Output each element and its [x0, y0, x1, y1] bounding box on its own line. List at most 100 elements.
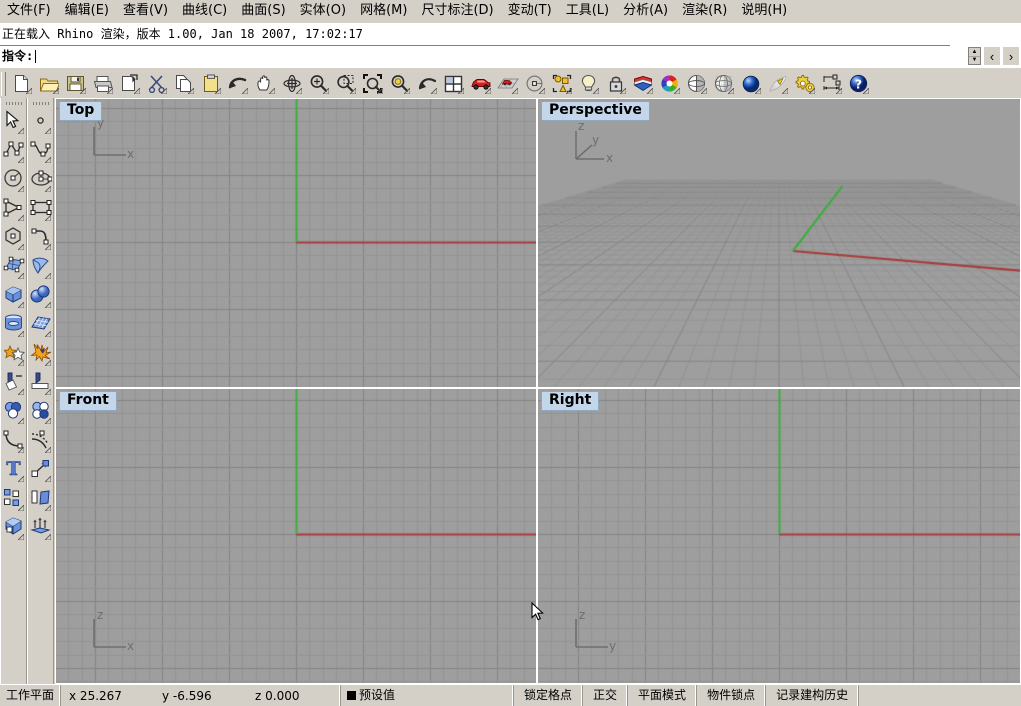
tool-mirror[interactable] [28, 484, 53, 513]
tool-select-arrow[interactable] [1, 107, 26, 136]
viewport-layout-button[interactable] [440, 70, 467, 97]
tool-polygon[interactable] [1, 223, 26, 252]
tool-text[interactable]: T [1, 455, 26, 484]
zoom-target-button[interactable] [386, 70, 413, 97]
tool-extrude[interactable] [28, 513, 53, 542]
shade-button[interactable] [683, 70, 710, 97]
tool-arc-triangle[interactable] [1, 194, 26, 223]
command-area: 正在载入 Rhino 渲染，版本 1.00, Jan 18 2007, 17:0… [0, 23, 1021, 67]
tool-scale-arrow[interactable] [28, 455, 53, 484]
menu-help[interactable]: 说明(H) [734, 1, 794, 22]
tool-box-solid[interactable] [1, 281, 26, 310]
menu-solid[interactable]: 实体(O) [293, 1, 353, 22]
viewport-right[interactable]: Right zy [537, 388, 1021, 684]
zoom-window-button[interactable] [305, 70, 332, 97]
menu-render[interactable]: 渲染(R) [675, 1, 734, 22]
spinner-up-arrow[interactable]: ▲ [969, 48, 980, 57]
zoom-selection-button[interactable] [332, 70, 359, 97]
zoom-extents-button[interactable] [359, 70, 386, 97]
save-file-button[interactable] [62, 70, 89, 97]
tool-boolean-spheres[interactable] [1, 397, 26, 426]
copy-button[interactable] [170, 70, 197, 97]
menu-mesh[interactable]: 网格(M) [353, 1, 414, 22]
tool-circle[interactable] [1, 165, 26, 194]
tool-polyline[interactable] [1, 136, 26, 165]
tool-mesh-plane[interactable] [28, 310, 53, 339]
tool-point[interactable] [28, 107, 53, 136]
paste-button[interactable] [197, 70, 224, 97]
menu-view[interactable]: 查看(V) [116, 1, 175, 22]
spinner-down-arrow[interactable]: ▼ [969, 57, 980, 65]
new-file-button[interactable] [8, 70, 35, 97]
print-button[interactable] [89, 70, 116, 97]
render-button[interactable] [467, 70, 494, 97]
scissors-button[interactable] [143, 70, 170, 97]
command-input[interactable] [36, 48, 947, 64]
tool-ellipse[interactable] [28, 165, 53, 194]
command-next-button[interactable]: › [1003, 47, 1019, 65]
tool-control-curve[interactable] [28, 136, 53, 165]
tool-surface-grid[interactable] [1, 252, 26, 281]
color-wheel-button[interactable] [656, 70, 683, 97]
viewport-right-label[interactable]: Right [541, 391, 599, 411]
viewport-perspective[interactable]: Perspective zyx [537, 98, 1021, 388]
tool-array[interactable] [1, 484, 26, 513]
status-planar[interactable]: 平面模式 [628, 685, 697, 706]
tool-trim[interactable] [1, 368, 26, 397]
viewport-front[interactable]: Front zx [55, 388, 537, 684]
status-history[interactable]: 记录建构历史 [766, 685, 859, 706]
sidebar-right-grip[interactable] [30, 100, 51, 106]
undo-view-button[interactable] [413, 70, 440, 97]
tool-rectangle[interactable] [28, 194, 53, 223]
status-ortho[interactable]: 正交 [583, 685, 628, 706]
tool-boolean-star[interactable] [1, 339, 26, 368]
sidebar-left-grip[interactable] [3, 100, 24, 106]
menu-transform[interactable]: 变动(T) [501, 1, 559, 22]
cut-plane-button[interactable] [116, 70, 143, 97]
menu-edit[interactable]: 编辑(E) [58, 1, 116, 22]
ghosted-button[interactable] [710, 70, 737, 97]
tool-curve-corner[interactable] [28, 223, 53, 252]
viewport-perspective-label[interactable]: Perspective [541, 101, 650, 121]
help-button[interactable]: ? [845, 70, 872, 97]
status-snap-grid[interactable]: 锁定格点 [514, 685, 583, 706]
light-button[interactable] [575, 70, 602, 97]
menu-tools[interactable]: 工具(L) [559, 1, 616, 22]
menu-curve[interactable]: 曲线(C) [175, 1, 234, 22]
lock-button[interactable] [602, 70, 629, 97]
tool-sphere-pair[interactable] [28, 281, 53, 310]
undo-button[interactable] [224, 70, 251, 97]
viewport-top-label[interactable]: Top [59, 101, 102, 121]
point-object-button[interactable] [521, 70, 548, 97]
viewport-top[interactable]: Top yx [55, 98, 537, 388]
status-layer[interactable]: 预设值 [341, 685, 514, 706]
rendered-button[interactable] [737, 70, 764, 97]
tool-cylinder[interactable] [1, 310, 26, 339]
tool-mesh-box[interactable] [1, 513, 26, 542]
material-button[interactable] [629, 70, 656, 97]
menu-file[interactable]: 文件(F) [0, 1, 58, 22]
tool-explode[interactable] [28, 339, 53, 368]
viewport-front-label[interactable]: Front [59, 391, 117, 411]
command-prev-button[interactable]: ‹ [984, 47, 1000, 65]
command-prompt-row[interactable]: 指令: [2, 47, 947, 65]
pan-button[interactable] [251, 70, 278, 97]
toolbar-grip[interactable] [1, 72, 6, 96]
tool-boolean-union[interactable] [28, 397, 53, 426]
options-button[interactable] [791, 70, 818, 97]
tool-surface-sweep[interactable] [28, 252, 53, 281]
menu-dimension[interactable]: 尺寸标注(D) [414, 1, 500, 22]
open-file-button[interactable] [35, 70, 62, 97]
menu-analyze[interactable]: 分析(A) [616, 1, 675, 22]
spotlight-button[interactable] [764, 70, 791, 97]
dimension-button[interactable] [818, 70, 845, 97]
tool-split[interactable] [28, 368, 53, 397]
tool-fillet-curve[interactable] [1, 426, 26, 455]
rotate-view-button[interactable] [278, 70, 305, 97]
status-osnap[interactable]: 物件锁点 [697, 685, 766, 706]
render-preview-button[interactable] [494, 70, 521, 97]
tool-offset-curve[interactable] [28, 426, 53, 455]
select-objects-button[interactable] [548, 70, 575, 97]
menu-surface[interactable]: 曲面(S) [234, 1, 292, 22]
command-history-spinner[interactable]: ▲ ▼ [968, 47, 981, 65]
